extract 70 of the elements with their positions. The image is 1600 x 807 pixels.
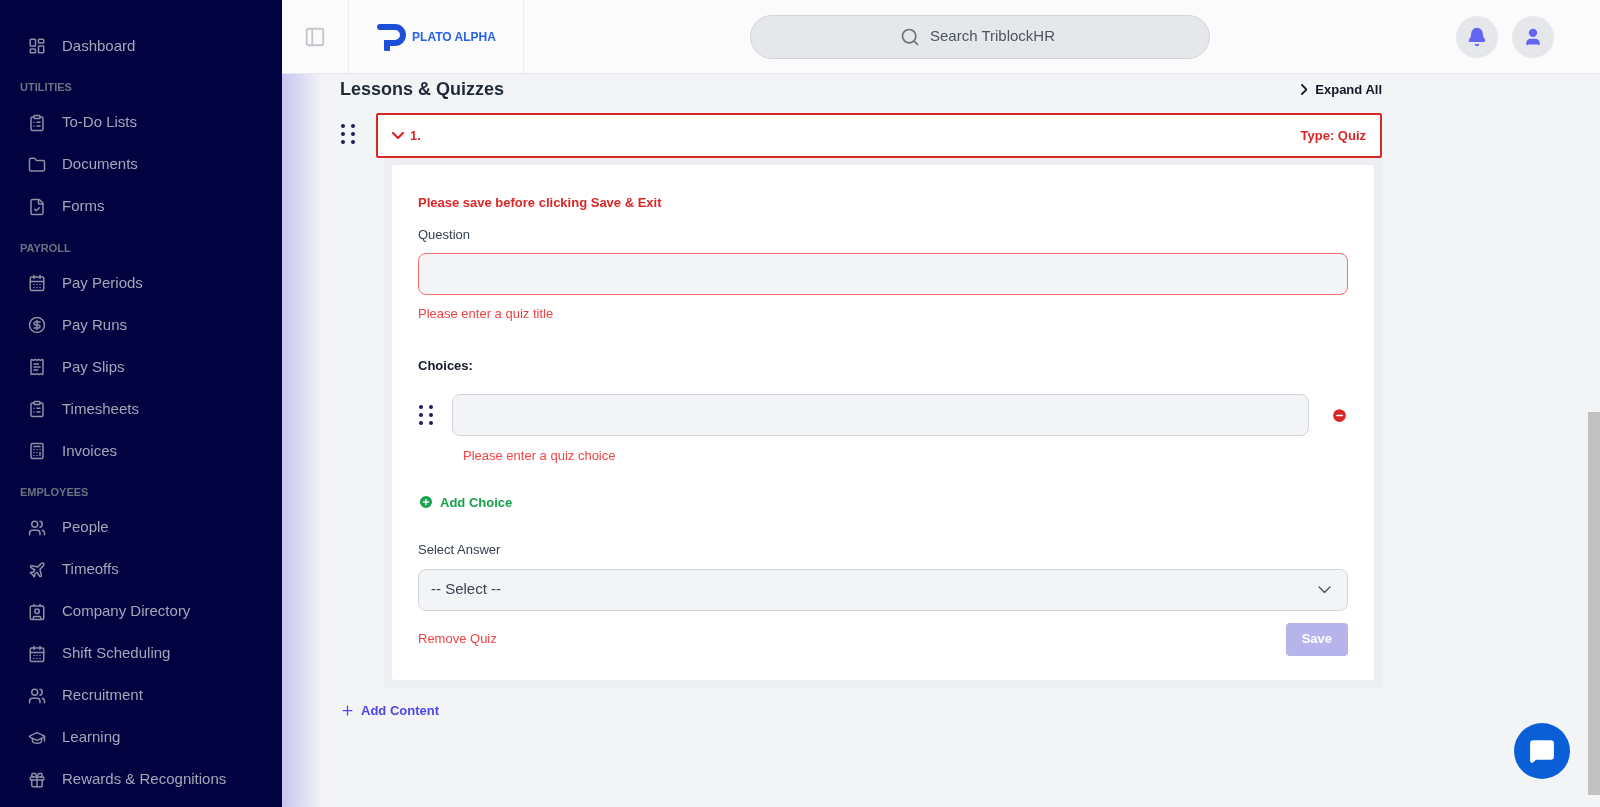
search-field[interactable]: Search TriblockHR bbox=[750, 14, 1210, 59]
sidebar-item[interactable]: Dashboard bbox=[20, 25, 282, 67]
plus-circle-icon bbox=[418, 494, 434, 511]
chat-button[interactable] bbox=[1514, 723, 1570, 779]
plus-icon bbox=[340, 702, 355, 718]
add-content-button[interactable]: Add Content bbox=[340, 700, 439, 720]
sidebar-item[interactable]: Company Directory bbox=[20, 590, 282, 633]
scrollbar-thumb[interactable] bbox=[1588, 412, 1600, 795]
clipboard-icon bbox=[28, 400, 46, 418]
section-heading: PAYROLL bbox=[20, 240, 72, 256]
people-icon bbox=[28, 518, 46, 537]
question-error: Please enter a quiz title bbox=[418, 305, 555, 323]
sidebar-item[interactable]: Invoices bbox=[20, 430, 282, 472]
sidebar-item[interactable]: Timeoffs bbox=[20, 548, 282, 591]
sidebar-item[interactable]: Pay Runs bbox=[20, 304, 282, 346]
choice-field[interactable] bbox=[452, 394, 1309, 436]
bell-icon bbox=[1467, 26, 1487, 47]
expand-all-button[interactable]: Expand All bbox=[1300, 79, 1382, 100]
sidebar-item[interactable]: Recruitment bbox=[20, 674, 282, 717]
section-title: Lessons & Quizzes bbox=[340, 78, 505, 101]
section-heading: UTILITIES bbox=[20, 80, 73, 95]
sidebar-item[interactable]: To-Do Lists bbox=[20, 101, 282, 144]
calculator-icon bbox=[28, 442, 46, 460]
profile-button[interactable] bbox=[1512, 15, 1554, 58]
answer-label: Select Answer bbox=[418, 541, 502, 559]
question-label: Question bbox=[418, 225, 472, 244]
remove-quiz-link[interactable]: Remove Quiz bbox=[418, 629, 497, 649]
answer-select[interactable]: -- Select -- bbox=[418, 568, 1348, 611]
calendar-icon bbox=[28, 274, 46, 292]
receipt-icon bbox=[28, 358, 46, 376]
plane-icon bbox=[28, 560, 46, 579]
calendar-icon bbox=[28, 644, 46, 663]
section-heading: EMPLOYEES bbox=[20, 485, 90, 500]
dollar-coin-icon bbox=[28, 316, 46, 334]
chevron-down-icon bbox=[1318, 585, 1331, 594]
sidebar-item[interactable]: Timesheets bbox=[20, 388, 282, 430]
save-warning: Please save before clicking Save & Exit bbox=[418, 194, 663, 212]
clipboard-icon bbox=[28, 113, 46, 132]
sidebar-item[interactable]: Documents bbox=[20, 143, 282, 186]
search-input[interactable]: Search TriblockHR bbox=[930, 25, 1060, 48]
sidebar-item[interactable]: Pay Periods bbox=[20, 262, 282, 304]
sidebar-item[interactable]: Shift Scheduling bbox=[20, 632, 282, 675]
sidebar-item[interactable]: Learning bbox=[20, 716, 282, 759]
notifications-button[interactable] bbox=[1456, 15, 1498, 58]
sidebar-item[interactable]: Forms bbox=[20, 185, 282, 228]
sidebar-item[interactable]: Rewards & Recognitions bbox=[20, 758, 282, 801]
brand-name: PLATO ALPHA bbox=[412, 28, 496, 46]
sidebar-item[interactable]: People bbox=[20, 506, 282, 549]
search-icon bbox=[900, 26, 920, 47]
item-type: Type: Quiz bbox=[1300, 126, 1366, 145]
drag-handle-icon[interactable] bbox=[418, 404, 434, 426]
choice-error: Please enter a quiz choice bbox=[463, 447, 617, 465]
gift-icon bbox=[28, 770, 46, 789]
remove-choice-icon[interactable] bbox=[1331, 406, 1348, 424]
choices-label: Choices: bbox=[418, 356, 474, 375]
contact-card-icon bbox=[28, 602, 46, 621]
question-field[interactable] bbox=[418, 253, 1348, 295]
quiz-item-header[interactable]: 1. Type: Quiz bbox=[376, 113, 1382, 158]
sidebar-item[interactable]: Pay Slips bbox=[20, 346, 282, 388]
chat-bubble-icon bbox=[1529, 738, 1555, 764]
dashboard-icon bbox=[28, 37, 46, 55]
drag-handle-icon[interactable] bbox=[340, 123, 356, 145]
logo-icon bbox=[376, 22, 407, 51]
chevron-right-icon bbox=[1300, 84, 1308, 95]
people-icon bbox=[28, 686, 46, 705]
item-number: 1. bbox=[410, 126, 421, 145]
user-icon bbox=[1523, 26, 1543, 47]
sidebar-toggle-icon[interactable] bbox=[304, 25, 326, 48]
folder-icon bbox=[28, 155, 46, 174]
checked-document-icon bbox=[28, 197, 46, 216]
